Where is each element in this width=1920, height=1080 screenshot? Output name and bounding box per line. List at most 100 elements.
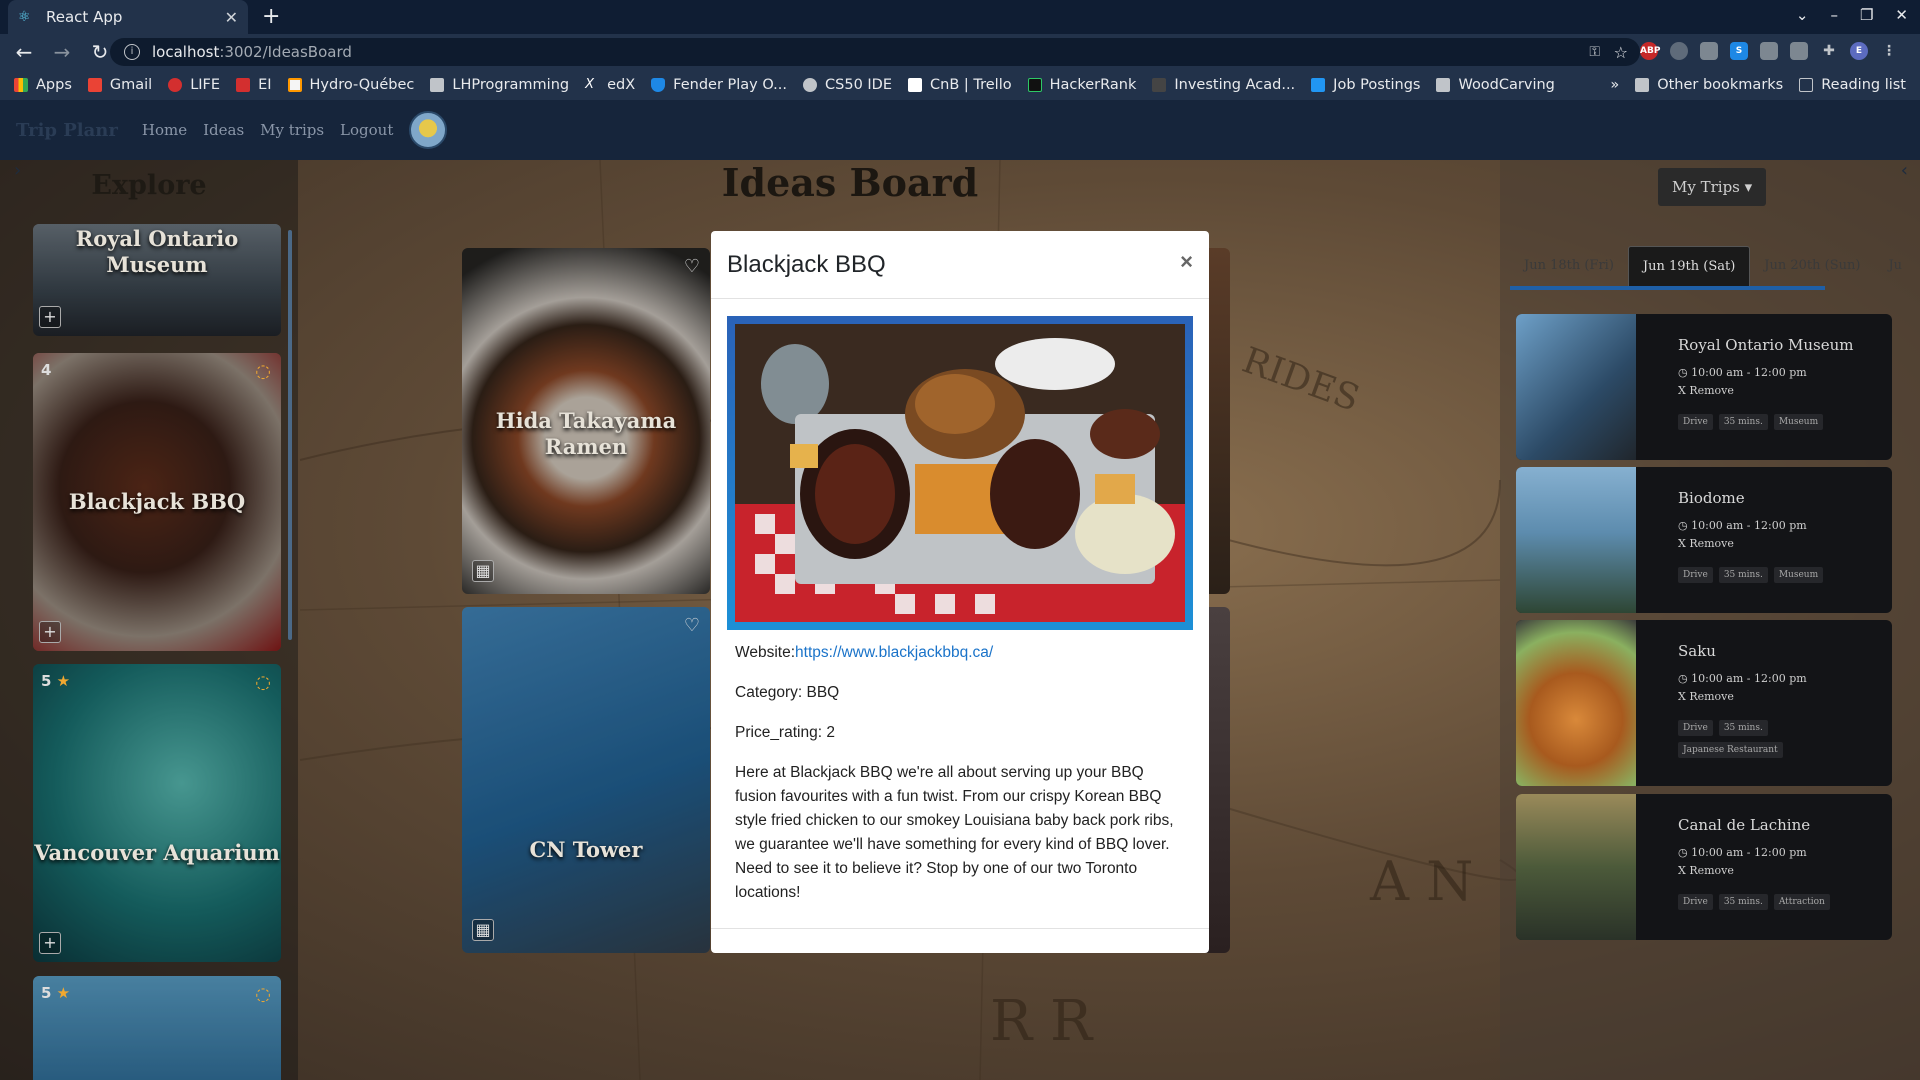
bookmark-hydro[interactable]: Hydro-Québec bbox=[287, 77, 414, 93]
new-tab-icon[interactable]: + bbox=[262, 4, 280, 29]
globe-extension-icon[interactable] bbox=[1670, 42, 1688, 60]
heart-icon[interactable]: ♡ bbox=[684, 615, 700, 636]
close-window-icon[interactable]: ✕ bbox=[1895, 6, 1908, 24]
calendar-add-icon[interactable]: ▦ bbox=[472, 560, 494, 582]
reading-list[interactable]: Reading list bbox=[1799, 77, 1906, 93]
adblock-icon[interactable]: ABP bbox=[1640, 42, 1660, 60]
tag: 35 mins. bbox=[1718, 720, 1768, 736]
trip-name: Saku bbox=[1678, 642, 1716, 660]
extension-icon-2[interactable] bbox=[1790, 42, 1808, 60]
board-card-cntower[interactable]: ♡ CN Tower ▦ bbox=[462, 607, 710, 953]
trip-remove[interactable]: X Remove bbox=[1678, 384, 1734, 397]
bookmark-star-icon[interactable]: ☆ bbox=[1614, 43, 1628, 62]
heart-icon[interactable]: ♡ bbox=[684, 256, 700, 277]
modal-footer-divider bbox=[711, 928, 1209, 929]
browser-tab-bar: ⚛ React App ✕ + ⌄ – ❐ ✕ bbox=[0, 0, 1920, 34]
tab-day-4[interactable]: Ju bbox=[1874, 246, 1910, 286]
add-to-board-button[interactable]: + bbox=[39, 306, 61, 328]
password-key-icon[interactable]: ⚿ bbox=[1589, 44, 1600, 60]
nav-logout[interactable]: Logout bbox=[340, 121, 393, 139]
nav-my-trips[interactable]: My trips bbox=[260, 121, 324, 139]
lightbulb-icon[interactable]: ◌ bbox=[255, 984, 271, 1005]
category: Category: BBQ bbox=[735, 684, 840, 701]
tab-day-1[interactable]: Jun 18th (Fri) bbox=[1510, 246, 1628, 286]
investing-icon bbox=[1152, 78, 1167, 92]
clock-icon: ◷ bbox=[1678, 672, 1688, 685]
collapse-right-icon[interactable]: ‹ bbox=[1901, 160, 1908, 181]
gmail-icon bbox=[87, 78, 102, 92]
card-title: CN Tower bbox=[529, 837, 643, 862]
board-card-ramen[interactable]: ♡ Hida Takayama Ramen ▦ bbox=[462, 248, 710, 594]
puzzle-icon[interactable]: ✚ bbox=[1820, 42, 1838, 60]
trip-item[interactable]: Royal Ontario Museum ◷ 10:00 am - 12:00 … bbox=[1516, 314, 1892, 460]
life-icon bbox=[168, 78, 183, 92]
bookmark-trello[interactable]: CnB | Trello bbox=[908, 77, 1012, 93]
day-tabs-scrollbar[interactable] bbox=[1510, 286, 1825, 290]
explore-card-blackjack[interactable]: 4 ◌ Blackjack BBQ + bbox=[33, 353, 281, 651]
profile-menu-icon[interactable]: ⌄ bbox=[1796, 6, 1809, 24]
bookmark-woodcarving[interactable]: WoodCarving bbox=[1436, 77, 1555, 93]
card-title: Royal Ontario Museum bbox=[75, 226, 239, 277]
bookmark-fender[interactable]: Fender Play O... bbox=[651, 77, 787, 93]
bookmark-hackerrank[interactable]: HackerRank bbox=[1027, 77, 1136, 93]
bookmarks-overflow[interactable]: » bbox=[1610, 77, 1619, 93]
bookmark-apps[interactable]: Apps bbox=[14, 77, 72, 93]
tag: Museum bbox=[1773, 414, 1824, 430]
close-icon[interactable]: × bbox=[1180, 249, 1193, 275]
bookmark-gmail[interactable]: Gmail bbox=[87, 77, 152, 93]
trip-remove[interactable]: X Remove bbox=[1678, 690, 1734, 703]
bookmark-jobpostings[interactable]: Job Postings bbox=[1311, 77, 1420, 93]
trip-time: ◷ 10:00 am - 12:00 pm bbox=[1678, 366, 1807, 379]
bookmark-life[interactable]: LIFE bbox=[168, 77, 220, 93]
site-info-icon[interactable]: i bbox=[124, 44, 140, 60]
svg-text:R R: R R bbox=[990, 989, 1094, 1054]
website-link[interactable]: https://www.blackjackbbq.ca/ bbox=[795, 644, 993, 661]
nav-home[interactable]: Home bbox=[142, 121, 187, 139]
back-icon[interactable]: ← bbox=[10, 40, 38, 64]
menu-kebab-icon[interactable]: ⋮ bbox=[1880, 42, 1898, 60]
restore-icon[interactable]: ❐ bbox=[1860, 6, 1873, 24]
profile-avatar[interactable]: E bbox=[1850, 42, 1868, 60]
forward-icon[interactable]: → bbox=[48, 40, 76, 64]
url-path: :3002/IdeasBoard bbox=[219, 43, 352, 61]
brand-logo[interactable]: Trip Planr bbox=[16, 120, 118, 141]
add-to-board-button[interactable]: + bbox=[39, 621, 61, 643]
close-tab-icon[interactable]: ✕ bbox=[225, 8, 238, 27]
my-trips-dropdown[interactable]: My Trips ▾ bbox=[1658, 168, 1767, 206]
window-controls: ⌄ – ❐ ✕ bbox=[1796, 6, 1908, 24]
extension-icon[interactable] bbox=[1700, 42, 1718, 60]
browser-tab[interactable]: ⚛ React App ✕ bbox=[8, 0, 248, 34]
trip-item[interactable]: Canal de Lachine ◷ 10:00 am - 12:00 pm X… bbox=[1516, 794, 1892, 940]
add-to-board-button[interactable]: + bbox=[39, 932, 61, 954]
explore-scrollbar[interactable] bbox=[288, 230, 292, 640]
tab-day-2[interactable]: Jun 19th (Sat) bbox=[1627, 246, 1751, 286]
address-bar[interactable]: i localhost:3002/IdeasBoard ⚿ ☆ bbox=[110, 38, 1640, 66]
card-title: Blackjack BBQ bbox=[68, 489, 246, 514]
trip-image bbox=[1516, 620, 1636, 786]
screenshot-extension-icon[interactable] bbox=[1760, 42, 1778, 60]
explore-card-4[interactable]: 5 ★ ◌ bbox=[33, 976, 281, 1080]
bookmark-edx[interactable]: XedX bbox=[585, 77, 635, 93]
calendar-add-icon[interactable]: ▦ bbox=[472, 919, 494, 941]
user-avatar[interactable] bbox=[409, 111, 448, 149]
bookmark-cs50[interactable]: CS50 IDE bbox=[803, 77, 892, 93]
lightbulb-icon[interactable]: ◌ bbox=[255, 672, 271, 693]
bookmark-lhprogramming[interactable]: LHProgramming bbox=[430, 77, 569, 93]
nav-ideas[interactable]: Ideas bbox=[203, 121, 244, 139]
explore-card-aquarium[interactable]: 5 ★ ◌ Vancouver Aquarium + bbox=[33, 664, 281, 962]
trip-remove[interactable]: X Remove bbox=[1678, 537, 1734, 550]
skype-extension-icon[interactable]: S bbox=[1730, 42, 1748, 60]
bookmark-investing[interactable]: Investing Acad... bbox=[1152, 77, 1295, 93]
trip-name: Biodome bbox=[1678, 489, 1745, 507]
bookmark-ei[interactable]: EI bbox=[236, 77, 272, 93]
explore-card-rom[interactable]: Royal Ontario Museum + bbox=[33, 224, 281, 336]
minimize-icon[interactable]: – bbox=[1830, 6, 1838, 24]
bookmark-other[interactable]: Other bookmarks bbox=[1635, 77, 1783, 93]
modal-header: Blackjack BBQ × bbox=[711, 231, 1209, 299]
trip-item[interactable]: Saku ◷ 10:00 am - 12:00 pm X Remove Driv… bbox=[1516, 620, 1892, 786]
tag: 35 mins. bbox=[1718, 414, 1768, 430]
lightbulb-icon[interactable]: ◌ bbox=[255, 361, 271, 382]
tab-day-3[interactable]: Jun 20th (Sun) bbox=[1750, 246, 1874, 286]
trip-remove[interactable]: X Remove bbox=[1678, 864, 1734, 877]
trip-item[interactable]: Biodome ◷ 10:00 am - 12:00 pm X Remove D… bbox=[1516, 467, 1892, 613]
